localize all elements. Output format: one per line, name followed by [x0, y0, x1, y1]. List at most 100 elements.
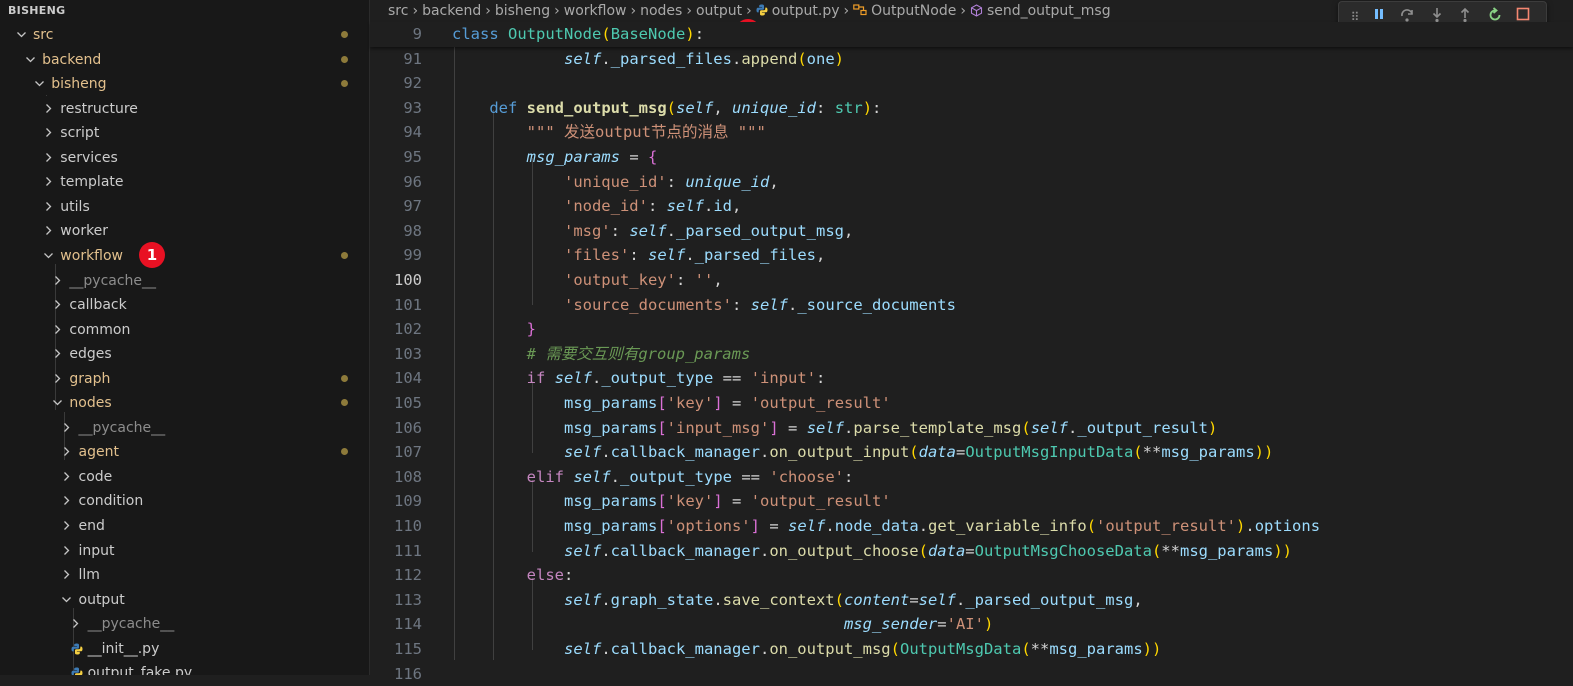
tree-folder[interactable]: nodes: [0, 391, 369, 415]
code-line[interactable]: 96 'unique_id': unique_id,: [370, 170, 1573, 195]
tree-folder[interactable]: __pycache__: [0, 612, 369, 636]
chevron-down-icon: [23, 48, 37, 72]
tree-folder[interactable]: edges: [0, 342, 369, 366]
chevron-down-icon: [32, 72, 46, 96]
tree-folder[interactable]: template: [0, 170, 369, 194]
modified-dot: [341, 374, 348, 382]
breadcrumb-item[interactable]: output: [696, 0, 742, 22]
tree-item-label: template: [60, 174, 124, 191]
explorer-sidebar: BISHENG src backend bisheng restructure scri…: [0, 0, 370, 675]
code-text: self.graph_state.save_context(content=se…: [563, 590, 1143, 609]
line-number: 110: [394, 517, 422, 535]
code-line[interactable]: 91 self._parsed_files.append(one): [370, 47, 1573, 72]
code-line[interactable]: 113 self.graph_state.save_context(conten…: [370, 588, 1573, 613]
breadcrumb-item[interactable]: workflow: [564, 0, 627, 22]
code-line[interactable]: 108 elif self._output_type == 'choose':: [370, 465, 1573, 490]
line-number: 109: [394, 492, 422, 511]
tree-folder[interactable]: worker: [0, 219, 369, 243]
tree-item-label: graph: [69, 370, 111, 387]
code-line[interactable]: 98 'msg': self._parsed_output_msg,: [370, 219, 1573, 244]
chevron-right-icon: [50, 318, 64, 342]
line-number: 112: [394, 566, 422, 585]
tree-item-label: bisheng: [51, 76, 107, 93]
tree-folder[interactable]: bisheng: [0, 72, 369, 96]
code-line[interactable]: 114 msg_sender='AI'): [370, 612, 1573, 637]
line-number: 107: [394, 443, 422, 462]
code-line[interactable]: 101 'source_documents': self._source_doc…: [370, 293, 1573, 318]
line-number: 97: [403, 197, 422, 216]
pause-icon: [1375, 9, 1383, 19]
code-line[interactable]: 105 msg_params['key'] = 'output_result': [370, 391, 1573, 416]
code-line[interactable]: 103 # 需要交互则有group_params: [370, 342, 1573, 367]
breadcrumb-item[interactable]: OutputNode: [853, 0, 956, 22]
code-line[interactable]: 97 'node_id': self.id,: [370, 194, 1573, 219]
breadcrumb-item[interactable]: send_output_msg: [970, 0, 1111, 22]
chevron-right-icon: ›: [485, 3, 491, 19]
tree-folder[interactable]: __pycache__: [0, 416, 369, 440]
tree-folder[interactable]: end: [0, 514, 369, 538]
tree-item-label: common: [69, 321, 131, 338]
tree-folder[interactable]: condition: [0, 489, 369, 513]
tree-folder[interactable]: utils: [0, 195, 369, 219]
chevron-down-icon: [41, 244, 55, 268]
chevron-right-icon: [60, 416, 74, 440]
tree-folder[interactable]: script: [0, 121, 369, 145]
breadcrumb-item[interactable]: output.py: [756, 0, 840, 22]
tree-item-label: src: [33, 27, 54, 43]
code-line[interactable]: 116: [370, 662, 1573, 686]
tree-item-label: script: [60, 125, 100, 142]
tree-folder[interactable]: services: [0, 146, 369, 170]
code-line[interactable]: 93 def send_output_msg(self, unique_id: …: [370, 96, 1573, 121]
code-line[interactable]: 104 if self._output_type == 'input':: [370, 366, 1573, 391]
code-text: msg_sender='AI'): [843, 615, 994, 634]
annotation-marker-1: 1: [139, 242, 165, 268]
code-line[interactable]: 9 class OutputNode(BaseNode):: [370, 22, 1573, 47]
chevron-right-icon: [41, 195, 55, 219]
tree-file[interactable]: output_fake.py: [0, 661, 369, 675]
tree-folder[interactable]: input: [0, 539, 369, 563]
code-line[interactable]: 110 msg_params['options'] = self.node_da…: [370, 514, 1573, 539]
restart-icon: [1489, 7, 1501, 21]
code-editor[interactable]: src › backend › bisheng › workflow › nodes › outpu…: [370, 0, 1573, 683]
code-line[interactable]: 115 self.callback_manager.on_output_msg(…: [370, 637, 1573, 662]
code-text: msg_params['key'] = 'output_result': [563, 492, 891, 511]
tree-folder[interactable]: code: [0, 465, 369, 489]
line-number: 106: [394, 418, 422, 437]
code-line[interactable]: 100 'output_key': '',: [370, 268, 1573, 293]
code-line[interactable]: 99 'files': self._parsed_files,: [370, 243, 1573, 268]
breadcrumb-item[interactable]: backend: [422, 0, 481, 22]
breadcrumb-item[interactable]: src: [388, 0, 408, 22]
tree-item-label: llm: [78, 567, 100, 584]
tree-folder[interactable]: agent: [0, 440, 369, 464]
code-line[interactable]: 106 msg_params['input_msg'] = self.parse…: [370, 416, 1573, 441]
tree-folder[interactable]: output: [0, 588, 369, 612]
code-line[interactable]: 95 msg_params = {: [370, 145, 1573, 170]
code-line[interactable]: 107 self.callback_manager.on_output_inpu…: [370, 440, 1573, 465]
tree-folder[interactable]: backend: [0, 48, 369, 72]
breadcrumb-item[interactable]: nodes: [640, 0, 682, 22]
breadcrumb-label: output: [695, 3, 743, 19]
code-line[interactable]: 94 """ 发送output节点的消息 """: [370, 120, 1573, 145]
tree-item-label: condition: [78, 493, 144, 510]
tree-folder[interactable]: common: [0, 318, 369, 342]
code-line[interactable]: 109 msg_params['key'] = 'output_result': [370, 489, 1573, 514]
tree-folder[interactable]: llm: [0, 563, 369, 587]
code-line[interactable]: 92: [370, 71, 1573, 96]
breadcrumb-label: nodes: [640, 3, 683, 19]
breadcrumb-item[interactable]: bisheng: [495, 0, 550, 22]
tree-folder[interactable]: src: [0, 23, 369, 47]
line-number: 96: [403, 172, 422, 191]
modified-dot: [341, 31, 348, 38]
code-line[interactable]: 102 }: [370, 317, 1573, 342]
tree-folder[interactable]: graph: [0, 367, 369, 391]
tree-folder[interactable]: restructure: [0, 97, 369, 121]
code-line[interactable]: 112 else:: [370, 563, 1573, 588]
tree-file[interactable]: __init__.py: [0, 637, 369, 661]
tree-item-label: input: [78, 542, 115, 559]
code-line[interactable]: 111 self.callback_manager.on_output_choo…: [370, 539, 1573, 564]
tree-folder[interactable]: __pycache__: [0, 269, 369, 293]
line-number: 116: [394, 664, 422, 683]
tree-folder[interactable]: workflow: [0, 244, 369, 268]
code-text: msg_params = {: [526, 148, 658, 166]
tree-folder[interactable]: callback: [0, 293, 369, 317]
